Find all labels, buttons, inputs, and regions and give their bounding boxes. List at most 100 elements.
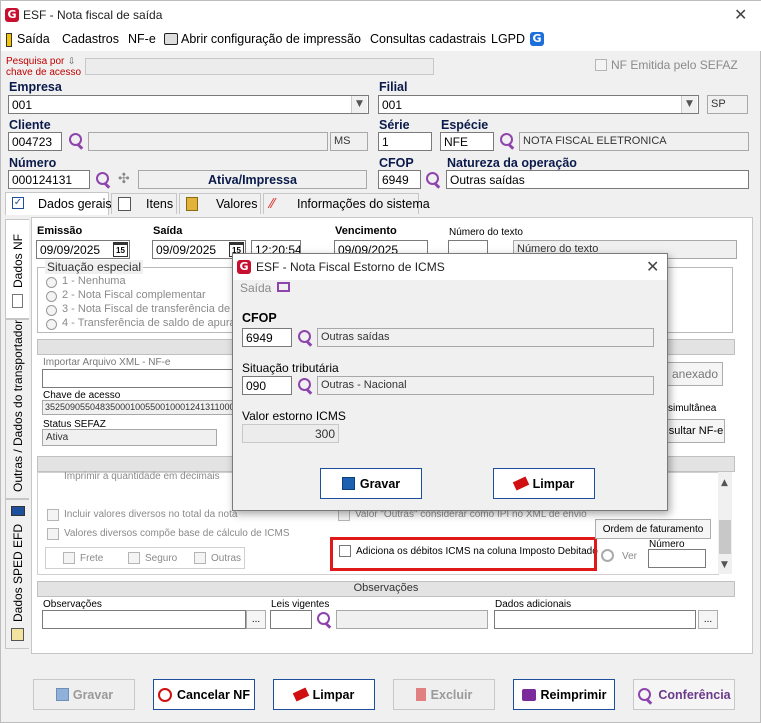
monitor-icon[interactable] — [277, 282, 290, 292]
especie-input[interactable]: NFE — [440, 132, 494, 151]
eraser-icon — [292, 687, 309, 702]
pesquisa-chave-input[interactable] — [85, 58, 434, 75]
ver-label: Ver — [622, 551, 638, 562]
numero-ordem-input[interactable] — [648, 549, 706, 568]
chevron-down-icon[interactable]: ▼ — [351, 96, 367, 113]
leis-vigentes-desc — [336, 610, 488, 629]
menu-abrir-config-impressao[interactable]: Abrir configuração de impressão — [181, 32, 361, 46]
search-icon[interactable] — [297, 377, 313, 393]
incluir-valores-checkbox[interactable] — [47, 509, 59, 521]
menu-consultas-cadastrais[interactable]: Consultas cadastrais — [370, 32, 486, 46]
vtab-outras-transportador[interactable]: Outras / Dados do transportador — [5, 319, 29, 499]
dialog-cfop-label: CFOP — [242, 311, 277, 325]
close-icon[interactable]: ✕ — [646, 257, 659, 276]
dados-adicionais-ellipsis-button[interactable]: ... — [698, 610, 718, 629]
frete-checkbox[interactable] — [63, 552, 75, 564]
dialog-valor-input[interactable]: 300 — [242, 424, 339, 443]
dialog-cfop-input[interactable]: 6949 — [242, 328, 292, 347]
document-icon — [12, 294, 23, 308]
dialog-cfop-desc: Outras saídas — [317, 328, 654, 347]
main-window: G ESF - Nota fiscal de saída ✕ Saída Cad… — [0, 0, 761, 723]
observacoes-ellipsis-button[interactable]: ... — [246, 610, 266, 629]
filial-select[interactable]: 001 — [378, 95, 699, 114]
close-icon[interactable]: ✕ — [734, 5, 747, 24]
zoom-icon[interactable] — [601, 549, 614, 562]
coins-icon — [186, 197, 198, 211]
situacao-especial-title: Situação especial — [45, 260, 144, 274]
situacao-radio-4[interactable] — [46, 319, 57, 330]
consultar-nfe-button[interactable]: sultar NF-e — [667, 419, 725, 443]
search-icon[interactable] — [499, 132, 515, 148]
serie-input[interactable]: 1 — [378, 132, 432, 151]
leis-vigentes-input[interactable] — [270, 610, 312, 629]
vtab-dados-nf[interactable]: Dados NF — [5, 219, 29, 319]
vencimento-label: Vencimento — [335, 225, 397, 237]
scroll-thumb[interactable] — [719, 520, 731, 554]
emissao-label: Emissão — [37, 225, 83, 237]
dialog-menu-saida[interactable]: Saída — [240, 281, 271, 295]
importar-xml-input[interactable] — [42, 369, 242, 388]
situacao-radio-1[interactable] — [46, 277, 57, 288]
situacao-radio-3[interactable] — [46, 305, 57, 316]
search-icon[interactable] — [425, 171, 441, 187]
dialog-situacao-input[interactable]: 090 — [242, 376, 292, 395]
search-icon[interactable] — [68, 132, 84, 148]
chevron-down-icon[interactable]: ▼ — [721, 560, 728, 570]
outras-checkbox[interactable] — [194, 552, 206, 564]
valores-diversos-checkbox[interactable] — [47, 528, 59, 540]
vtab-sped-efd[interactable]: Dados SPED EFD — [5, 499, 29, 649]
cfop-input[interactable]: 6949 — [378, 170, 421, 189]
seguro-checkbox[interactable] — [128, 552, 140, 564]
limpar-button[interactable]: Limpar — [273, 679, 375, 710]
menu-lgpd[interactable]: LGPD — [491, 32, 525, 46]
tab-dados-gerais[interactable]: ✓ Dados gerais — [5, 192, 112, 215]
reimprimir-button[interactable]: Reimprimir — [513, 679, 615, 710]
excluir-button[interactable]: Excluir — [393, 679, 495, 710]
observacoes-input[interactable] — [42, 610, 246, 629]
menu-cadastros[interactable]: Cadastros — [62, 32, 119, 46]
numero-input[interactable]: 000124131 — [8, 170, 90, 189]
chevron-down-icon[interactable]: ▼ — [681, 96, 697, 113]
notepad-icon — [11, 628, 24, 641]
chevron-up-icon[interactable]: ▲ — [721, 478, 728, 488]
nf-emitida-checkbox[interactable] — [595, 59, 607, 71]
menu-nfe[interactable]: NF-e — [128, 32, 156, 46]
save-icon — [341, 477, 355, 490]
plus-icon[interactable]: ✣ — [118, 170, 130, 187]
anexado-button[interactable]: anexado — [667, 362, 723, 386]
dados-adicionais-input[interactable] — [494, 610, 696, 629]
situacao-option-2: 2 - Nota Fiscal complementar — [62, 289, 206, 301]
search-icon[interactable] — [316, 611, 332, 627]
dados-adicionais-label: Dados adicionais — [495, 599, 572, 610]
dialog-limpar-button[interactable]: Limpar — [493, 468, 595, 499]
cliente-input[interactable]: 004723 — [8, 132, 62, 151]
conferencia-button[interactable]: Conferência — [633, 679, 735, 710]
imprimir-decimais-label: Imprimir a quantidade em decimais — [64, 471, 220, 482]
nf-emitida-label: NF Emitida pelo SEFAZ — [611, 58, 738, 72]
incluir-valores-label: Incluir valores diversos no total da not… — [64, 509, 238, 520]
observacoes-section-header: Observações — [37, 581, 735, 597]
ordem-faturamento-button[interactable]: Ordem de faturamento — [595, 519, 711, 539]
calendar-icon[interactable]: 15 — [113, 242, 128, 257]
empresa-select[interactable]: 001 — [8, 95, 369, 114]
dialog-situacao-desc: Outras - Nacional — [317, 376, 654, 395]
empresa-label: Empresa — [9, 80, 62, 94]
tab-itens[interactable]: Itens — [111, 193, 177, 214]
search-icon[interactable] — [297, 329, 313, 345]
serie-label: Série — [379, 118, 410, 132]
search-icon[interactable] — [95, 171, 111, 187]
tab-informacoes-sistema[interactable]: ⁄⁄ Informações do sistema — [263, 193, 430, 214]
title-bar: G ESF - Nota fiscal de saída ✕ — [1, 1, 761, 29]
leis-vigentes-label: Leis vigentes — [271, 599, 330, 610]
dialog-gravar-button[interactable]: Gravar — [320, 468, 422, 499]
natureza-input[interactable]: Outras saídas — [446, 170, 749, 189]
cancelar-nf-button[interactable]: Cancelar NF — [153, 679, 255, 710]
lgpd-logo-icon[interactable]: G — [530, 32, 544, 46]
app-logo-icon: G — [5, 8, 19, 22]
truck-icon — [11, 506, 25, 516]
scrollbar[interactable]: ▲ ▼ — [718, 472, 732, 574]
tab-valores[interactable]: Valores — [179, 193, 261, 214]
gravar-button[interactable]: Gravar — [33, 679, 135, 710]
menu-saida[interactable]: Saída — [17, 32, 50, 46]
situacao-radio-2[interactable] — [46, 291, 57, 302]
